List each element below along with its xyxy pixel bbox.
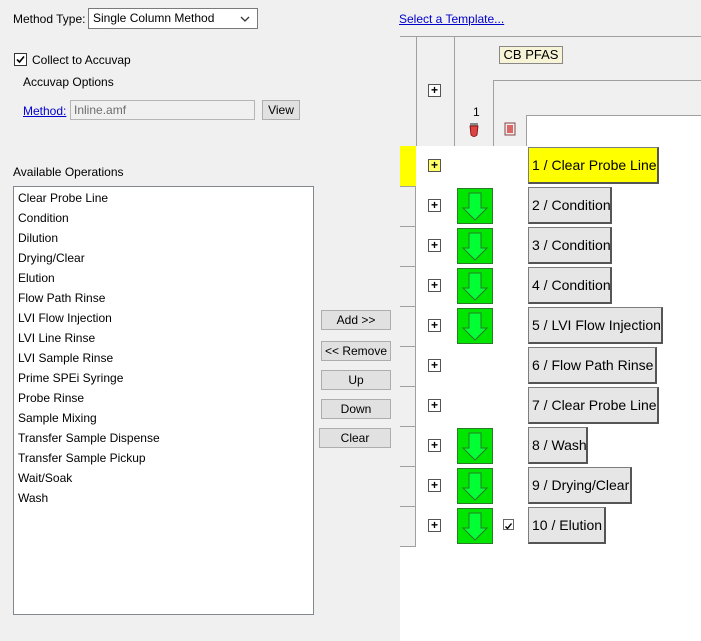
method-type-select[interactable]: Single Column Method [88, 8, 258, 29]
remove-button[interactable]: << Remove [321, 341, 391, 361]
list-item[interactable]: Probe Rinse [18, 390, 84, 406]
list-item[interactable]: Dilution [18, 230, 58, 246]
chevron-down-icon [240, 16, 250, 22]
add-button[interactable]: Add >> [321, 310, 391, 330]
list-item[interactable]: Transfer Sample Pickup [18, 450, 146, 466]
view-button[interactable]: View [262, 100, 300, 120]
list-item[interactable]: Sample Mixing [18, 410, 97, 426]
header-add-icon[interactable]: + [428, 84, 441, 97]
accuvap-options-label: Accuvap Options [23, 75, 114, 89]
method-link[interactable]: Method: [23, 103, 66, 119]
step-button[interactable]: 8 / Wash [528, 427, 588, 464]
step-add-icon[interactable]: + [428, 239, 441, 252]
collect-accuvap-label: Collect to Accuvap [32, 53, 131, 67]
step-button[interactable]: 2 / Condition [528, 187, 612, 224]
green-arrow-icon[interactable] [457, 308, 493, 344]
step-add-icon[interactable]: + [428, 279, 441, 292]
clear-button[interactable]: Clear [319, 428, 391, 448]
step-add-icon[interactable]: + [428, 159, 441, 172]
list-item[interactable]: Clear Probe Line [18, 190, 108, 206]
method-title-badge: CB PFAS [499, 46, 563, 64]
step-add-icon[interactable]: + [428, 519, 441, 532]
available-operations-list[interactable]: Clear Probe Line Condition Dilution Dryi… [13, 186, 314, 615]
step-add-icon[interactable]: + [428, 479, 441, 492]
list-item[interactable]: Drying/Clear [18, 250, 85, 266]
step-button[interactable]: 7 / Clear Probe Line [528, 387, 659, 424]
list-item[interactable]: Elution [18, 270, 55, 286]
green-arrow-icon[interactable] [457, 508, 493, 544]
list-item[interactable]: LVI Line Rinse [18, 330, 95, 346]
step-add-icon[interactable]: + [428, 319, 441, 332]
list-item[interactable]: Condition [18, 210, 69, 226]
method-file-input[interactable]: Inline.amf [70, 100, 255, 120]
method-grid: CB PFAS + 1 + 1 / Clear Probe Line + 2 /… [400, 36, 701, 641]
method-type-label: Method Type: [13, 12, 86, 26]
list-item[interactable]: LVI Sample Rinse [18, 350, 113, 366]
checkmark-icon [505, 523, 513, 530]
green-arrow-icon[interactable] [457, 428, 493, 464]
grid-corner [400, 36, 416, 146]
cartridge-icon [469, 123, 479, 137]
step-button[interactable]: 4 / Condition [528, 267, 612, 304]
select-template-link[interactable]: Select a Template... [399, 11, 504, 27]
step-button[interactable]: 9 / Drying/Clear [528, 467, 632, 504]
green-arrow-icon[interactable] [457, 188, 493, 224]
step-add-icon[interactable]: + [428, 439, 441, 452]
step-checkbox[interactable] [503, 519, 514, 530]
vial-rack-icon [504, 122, 516, 136]
available-operations-label: Available Operations [13, 165, 124, 179]
list-item[interactable]: Wait/Soak [18, 470, 72, 486]
down-button[interactable]: Down [321, 399, 391, 419]
column-number: 1 [473, 105, 480, 119]
list-item[interactable]: LVI Flow Injection [18, 310, 112, 326]
list-item[interactable]: Flow Path Rinse [18, 290, 105, 306]
step-add-icon[interactable]: + [428, 399, 441, 412]
green-arrow-icon[interactable] [457, 228, 493, 264]
step-button[interactable]: 1 / Clear Probe Line [528, 147, 659, 184]
step-button[interactable]: 5 / LVI Flow Injection [528, 307, 663, 344]
step-button[interactable]: 10 / Elution [528, 507, 606, 544]
list-item[interactable]: Transfer Sample Dispense [18, 430, 160, 446]
step-button[interactable]: 6 / Flow Path Rinse [528, 347, 657, 384]
step-add-icon[interactable]: + [428, 359, 441, 372]
step-button[interactable]: 3 / Condition [528, 227, 612, 264]
list-item[interactable]: Wash [18, 490, 48, 506]
collect-accuvap-checkbox[interactable] [14, 53, 27, 66]
up-button[interactable]: Up [321, 370, 391, 390]
step-add-icon[interactable]: + [428, 199, 441, 212]
checkmark-icon [16, 55, 25, 64]
list-item[interactable]: Prime SPEi Syringe [18, 370, 123, 386]
green-arrow-icon[interactable] [457, 268, 493, 304]
row-highlight-marker [400, 146, 416, 186]
green-arrow-icon[interactable] [457, 468, 493, 504]
method-type-value: Single Column Method [93, 11, 215, 25]
